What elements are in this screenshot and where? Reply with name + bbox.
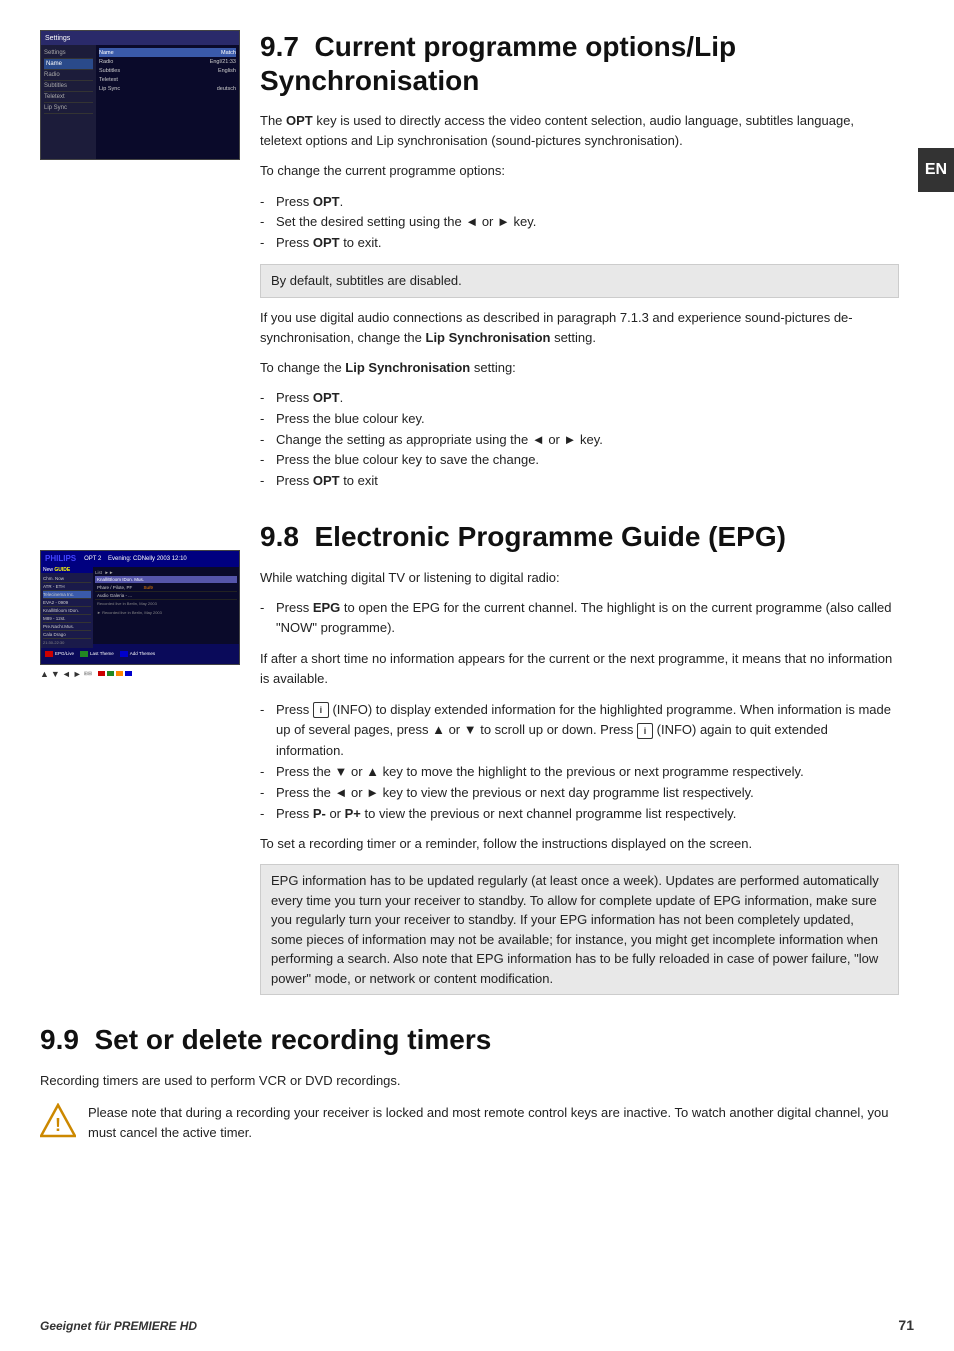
warning-box: ! Please note that during a recording yo… — [40, 1103, 899, 1143]
section-99-title: 9.9 Set or delete recording timers — [40, 1023, 899, 1057]
change-current-header: To change the current programme options: — [260, 161, 899, 181]
epg-note: EPG information has to be updated regula… — [260, 864, 899, 995]
language-tab: EN — [918, 148, 954, 192]
change-current-steps: Press OPT. Set the desired setting using… — [260, 192, 899, 254]
warning-text: Please note that during a recording your… — [88, 1103, 899, 1143]
section-99-intro: Recording timers are used to perform VCR… — [40, 1071, 899, 1091]
section-98-steps2: Press i (INFO) to display extended infor… — [260, 700, 899, 825]
warning-triangle-icon: ! — [40, 1103, 76, 1139]
section-98-intro: While watching digital TV or listening t… — [260, 568, 899, 588]
subtitle-note: By default, subtitles are disabled. — [260, 264, 899, 298]
section-98-steps1: Press EPG to open the EPG for the curren… — [260, 598, 899, 640]
section-98-info-para: If after a short time no information app… — [260, 649, 899, 689]
lip-sync-header: To change the Lip Synchronisation settin… — [260, 358, 899, 378]
lip-sync-para: If you use digital audio connections as … — [260, 308, 899, 348]
svg-text:!: ! — [55, 1115, 61, 1135]
screenshot-epg: PHILIPS OPT 2 Evening: CDNelly 2003 12:1… — [40, 550, 240, 665]
section-98-title: 9.8 Electronic Programme Guide (EPG) — [260, 520, 899, 554]
footer-brand: Geeignet für PREMIERE HD — [40, 1319, 197, 1333]
section-97-title: 9.7 Current programme options/Lip Synchr… — [260, 30, 899, 97]
lip-sync-steps: Press OPT. Press the blue colour key. Ch… — [260, 388, 899, 492]
page-number: 71 — [898, 1317, 914, 1333]
section-97-intro: The OPT key is used to directly access t… — [260, 111, 899, 151]
screenshot-options-menu: Settings Settings Name Radio Subtitles T… — [40, 30, 240, 160]
set-recording-instruction: To set a recording timer or a reminder, … — [260, 834, 899, 854]
